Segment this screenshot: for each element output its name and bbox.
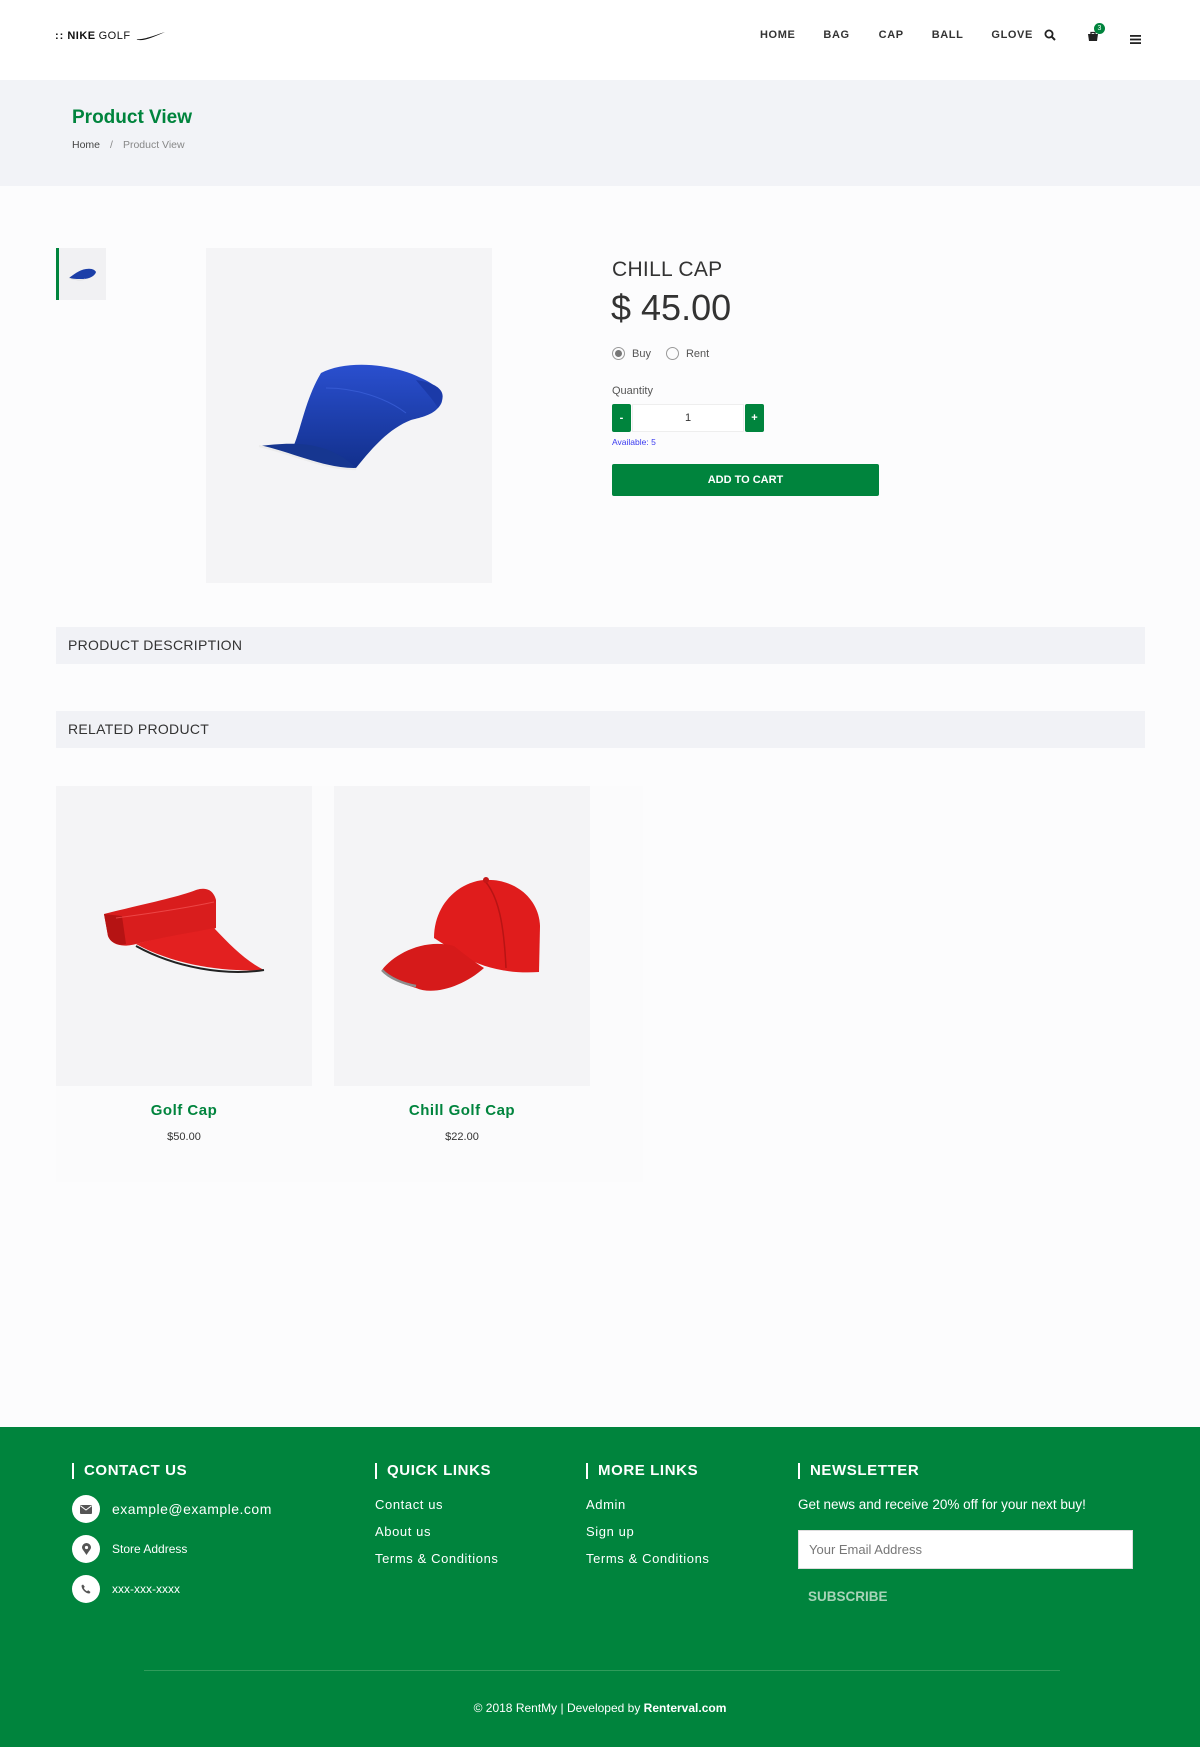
newsletter-text: Get news and receive 20% off for your ne… xyxy=(798,1497,1086,1512)
cart-icon[interactable]: 3 xyxy=(1087,23,1105,47)
newsletter-heading: NEWSLETTER xyxy=(798,1463,1133,1479)
related-product-name[interactable]: Chill Golf Cap xyxy=(334,1102,590,1119)
rent-label: Rent xyxy=(685,347,710,360)
nav-cap[interactable]: CAP xyxy=(879,29,904,41)
breadcrumb-current: Product View xyxy=(122,139,185,151)
page-header: Product View Home / Product View xyxy=(0,80,1200,186)
cart-count-badge: 3 xyxy=(1094,23,1105,34)
related-product-header: RELATED PRODUCT xyxy=(56,711,1145,748)
footer-link-terms-more[interactable]: Terms & Conditions xyxy=(586,1551,710,1566)
quantity-label: Quantity xyxy=(612,385,653,397)
related-product-card[interactable]: Chill Golf Cap $22.00 xyxy=(334,786,590,1143)
footer-link-sign-up[interactable]: Sign up xyxy=(586,1524,710,1539)
nav-bag[interactable]: BAG xyxy=(823,29,849,41)
contact-address-row: Store Address xyxy=(72,1535,272,1563)
footer-divider xyxy=(144,1670,1060,1671)
logo-brand-bold: NIKE xyxy=(67,30,96,42)
footer-more-links-column: MORE LINKS Admin Sign up Terms & Conditi… xyxy=(586,1463,710,1566)
red-baseball-cap-image xyxy=(334,786,590,1086)
rent-radio[interactable] xyxy=(665,347,679,360)
footer-quick-links-column: QUICK LINKS Contact us About us Terms & … xyxy=(375,1463,499,1566)
related-product-card[interactable]: Golf Cap $50.00 xyxy=(56,786,312,1143)
red-visor-image xyxy=(56,786,312,1086)
footer-link-about-us[interactable]: About us xyxy=(375,1524,499,1539)
related-product-price: $22.00 xyxy=(445,1131,479,1143)
nav-ball[interactable]: BALL xyxy=(932,29,964,41)
subscribe-button[interactable]: SUBSCRIBE xyxy=(808,1589,1133,1604)
swoosh-icon xyxy=(136,32,165,41)
visor-thumbnail-image xyxy=(68,268,96,281)
available-stock: Available: 5 xyxy=(612,437,656,447)
nav-glove[interactable]: GLOVE xyxy=(991,29,1033,41)
logo-dots: :: xyxy=(55,30,65,42)
buy-radio[interactable] xyxy=(612,347,625,360)
breadcrumb-home[interactable]: Home xyxy=(72,139,100,151)
quantity-increase-button[interactable]: + xyxy=(745,404,764,432)
quick-links-heading: QUICK LINKS xyxy=(375,1463,499,1479)
contact-phone: xxx-xxx-xxxx xyxy=(112,1582,180,1596)
add-to-cart-button[interactable]: ADD TO CART xyxy=(612,464,879,496)
nikegolf-logo[interactable]: :: NIKE GOLF xyxy=(55,30,166,42)
envelope-icon xyxy=(72,1495,100,1523)
related-product-name[interactable]: Golf Cap xyxy=(56,1102,312,1119)
footer-link-terms[interactable]: Terms & Conditions xyxy=(375,1551,499,1566)
page-title: Product View xyxy=(72,107,193,128)
product-main-image xyxy=(206,248,492,583)
contact-email[interactable]: example@example.com xyxy=(112,1501,272,1517)
buy-label: Buy xyxy=(632,347,651,360)
logo-brand-light: GOLF xyxy=(98,30,131,42)
product-name: CHILL CAP xyxy=(612,258,723,281)
contact-address: Store Address xyxy=(112,1542,188,1556)
menu-icon[interactable] xyxy=(1130,31,1141,49)
copyright-text: © 2018 RentMy | Developed by xyxy=(473,1701,644,1715)
footer-contact-column: CONTACT US example@example.com Store Add… xyxy=(72,1463,272,1603)
map-pin-icon xyxy=(72,1535,100,1563)
product-thumbnail[interactable] xyxy=(56,248,106,300)
related-product-price: $50.00 xyxy=(167,1131,201,1143)
purchase-type-options: Buy Rent xyxy=(612,347,709,360)
quantity-decrease-button[interactable]: - xyxy=(612,404,631,432)
search-icon[interactable] xyxy=(1044,28,1056,46)
product-description-header[interactable]: PRODUCT DESCRIPTION xyxy=(56,627,1145,664)
quantity-input[interactable]: 1 xyxy=(632,404,744,432)
blue-visor-image xyxy=(258,364,443,471)
developer-link[interactable]: Renterval.com xyxy=(644,1701,727,1715)
contact-email-row: example@example.com xyxy=(72,1495,272,1523)
main-nav: HOME BAG CAP BALL GLOVE xyxy=(760,29,1061,41)
nav-home[interactable]: HOME xyxy=(760,29,795,41)
product-price: $ 45.00 xyxy=(611,287,732,328)
more-links-heading: MORE LINKS xyxy=(586,1463,710,1479)
phone-icon xyxy=(72,1575,100,1603)
breadcrumb: Home / Product View xyxy=(72,139,185,151)
site-header: :: NIKE GOLF HOME BAG CAP BALL GLOVE 3 xyxy=(0,0,1200,80)
footer-link-admin[interactable]: Admin xyxy=(586,1497,710,1512)
copyright: © 2018 RentMy | Developed by Renterval.c… xyxy=(0,1701,1200,1715)
footer-newsletter-column: NEWSLETTER Get news and receive 20% off … xyxy=(798,1463,1133,1604)
footer-link-contact-us[interactable]: Contact us xyxy=(375,1497,499,1512)
newsletter-email-input[interactable]: Your Email Address xyxy=(798,1530,1133,1569)
breadcrumb-separator: / xyxy=(110,139,113,151)
contact-phone-row: xxx-xxx-xxxx xyxy=(72,1575,272,1603)
site-footer: CONTACT US example@example.com Store Add… xyxy=(0,1427,1200,1747)
quantity-stepper: - 1 + xyxy=(612,404,764,432)
contact-heading: CONTACT US xyxy=(72,1463,272,1479)
